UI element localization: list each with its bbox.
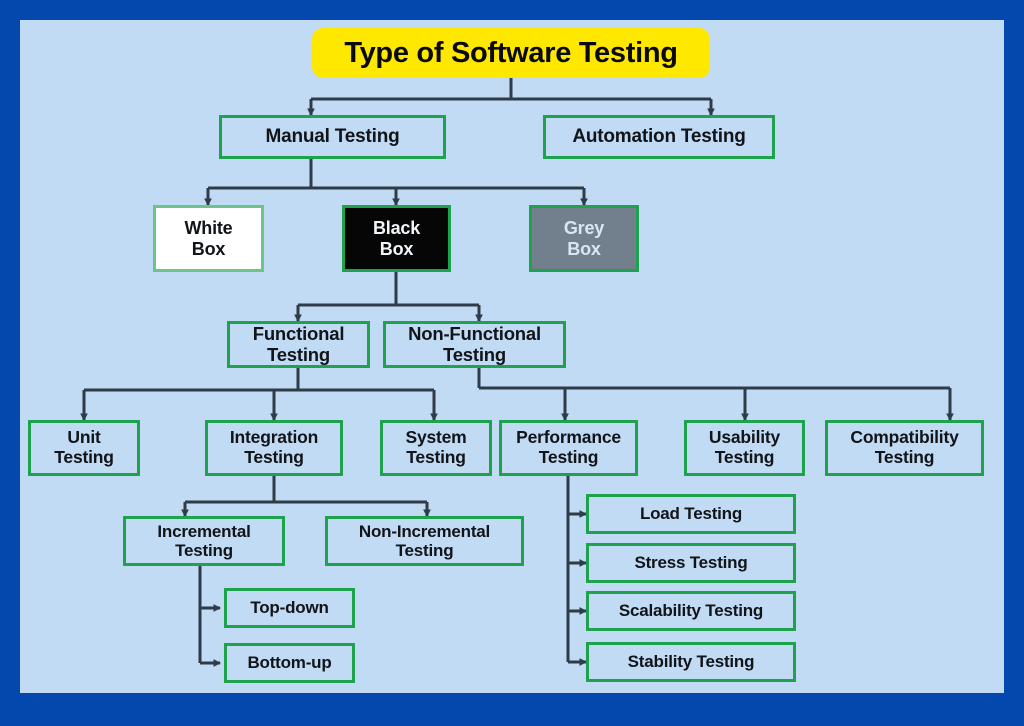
node-usability-testing[interactable]: Usability Testing xyxy=(684,420,805,476)
node-black-box[interactable]: Black Box xyxy=(342,205,451,272)
node-bottom-up[interactable]: Bottom-up xyxy=(224,643,355,683)
node-automation-testing[interactable]: Automation Testing xyxy=(543,115,775,159)
node-manual-testing[interactable]: Manual Testing xyxy=(219,115,446,159)
node-scalability-testing[interactable]: Scalability Testing xyxy=(586,591,796,631)
node-integration-testing[interactable]: Integration Testing xyxy=(205,420,343,476)
node-functional-testing[interactable]: Functional Testing xyxy=(227,321,370,368)
node-non-functional-testing[interactable]: Non-Functional Testing xyxy=(383,321,566,368)
node-load-testing[interactable]: Load Testing xyxy=(586,494,796,534)
node-incremental-testing[interactable]: Incremental Testing xyxy=(123,516,285,566)
node-stress-testing[interactable]: Stress Testing xyxy=(586,543,796,583)
diagram-canvas: Type of Software Testing Manual Testing … xyxy=(20,20,1004,693)
node-performance-testing[interactable]: Performance Testing xyxy=(499,420,638,476)
node-top-down[interactable]: Top-down xyxy=(224,588,355,628)
node-stability-testing[interactable]: Stability Testing xyxy=(586,642,796,682)
node-grey-box[interactable]: Grey Box xyxy=(529,205,639,272)
node-system-testing[interactable]: System Testing xyxy=(380,420,492,476)
node-white-box[interactable]: White Box xyxy=(153,205,264,272)
node-unit-testing[interactable]: Unit Testing xyxy=(28,420,140,476)
node-compatibility-testing[interactable]: Compatibility Testing xyxy=(825,420,984,476)
diagram-title: Type of Software Testing xyxy=(312,28,710,78)
node-non-incremental-testing[interactable]: Non-Incremental Testing xyxy=(325,516,524,566)
